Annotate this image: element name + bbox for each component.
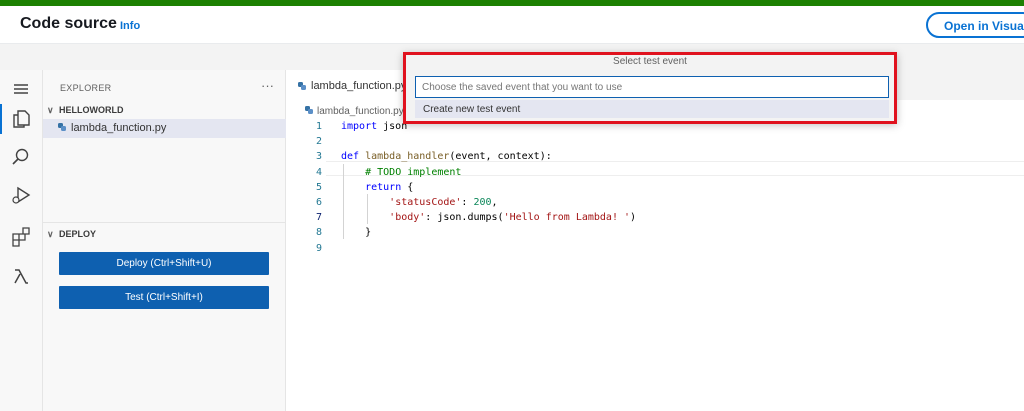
activity-bar — [0, 70, 43, 411]
line-number: 5 — [315, 181, 322, 193]
test-button[interactable]: Test (Ctrl+Shift+I) — [59, 286, 269, 309]
page-header: Code source Info Open in Visual — [0, 6, 1024, 44]
tab-lambda-function[interactable]: lambda_function.py — [286, 70, 407, 100]
code-text: def lambda_handler(event, context): — [341, 149, 552, 164]
folder-helloworld[interactable]: ∨ HELLOWORLD — [47, 105, 124, 116]
code-token: # TODO implement — [365, 166, 462, 178]
dialog-title: Select test event — [613, 56, 687, 67]
code-line[interactable]: 3 def lambda_handler(event, context): — [286, 149, 1024, 164]
code-token: def — [341, 151, 360, 163]
code-token: ) — [630, 212, 637, 224]
code-token: (event, context): — [449, 151, 552, 163]
info-link[interactable]: Info — [120, 20, 140, 32]
breadcrumb-label: lambda_function.py — [317, 106, 404, 117]
code-line[interactable]: 4 # TODO implement — [286, 165, 1024, 180]
python-file-icon — [305, 106, 313, 114]
code-token: 200 — [473, 196, 492, 208]
create-new-test-event-option[interactable]: Create new test event — [415, 100, 889, 118]
code-line[interactable]: 9 — [286, 241, 1024, 256]
explorer-sidebar: EXPLORER ··· ∨ HELLOWORLD lambda_function… — [43, 70, 286, 411]
search-icon[interactable] — [10, 146, 34, 170]
file-lambda-function[interactable]: lambda_function.py — [43, 119, 286, 138]
code-token: } — [341, 227, 372, 239]
select-test-event-dialog: Select test event Create new test event — [403, 52, 897, 123]
code-line[interactable]: 7 'body': json.dumps('Hello from Lambda!… — [286, 210, 1024, 225]
section-divider — [43, 222, 286, 223]
code-token: : json.dumps( — [425, 212, 504, 224]
deploy-button[interactable]: Deploy (Ctrl+Shift+U) — [59, 252, 269, 275]
test-event-search-input[interactable] — [415, 76, 889, 98]
folder-label: HELLOWORLD — [59, 105, 124, 115]
code-text: 'statusCode': 200, — [341, 195, 498, 210]
line-number: 6 — [315, 196, 322, 208]
explorer-files-icon[interactable] — [10, 108, 34, 132]
code-text: # TODO implement — [341, 165, 461, 180]
line-number: 9 — [315, 242, 322, 254]
page-title: Code source — [20, 15, 117, 32]
deploy-label: DEPLOY — [59, 229, 97, 239]
code-token: 'body' — [389, 212, 426, 224]
more-actions-icon[interactable]: ··· — [261, 78, 274, 93]
line-number: 3 — [315, 151, 322, 163]
explorer-title: EXPLORER — [60, 83, 112, 93]
code-text: return { — [341, 180, 413, 195]
deploy-section[interactable]: ∨ DEPLOY — [47, 229, 96, 240]
code-token: return — [365, 181, 402, 193]
menu-icon[interactable] — [10, 78, 34, 102]
code-token: import — [341, 121, 378, 132]
code-line[interactable]: 2 — [286, 134, 1024, 149]
code-token: : — [461, 196, 474, 208]
run-debug-icon[interactable] — [10, 184, 34, 208]
code-token: 'statusCode' — [389, 196, 462, 208]
code-token: lambda_handler — [365, 151, 450, 163]
active-indicator — [0, 104, 2, 134]
code-line[interactable]: 6 'statusCode': 200, — [286, 195, 1024, 210]
line-number: 4 — [315, 166, 322, 178]
python-file-icon — [58, 123, 66, 131]
line-number: 1 — [315, 121, 322, 132]
tab-label: lambda_function.py — [311, 80, 407, 92]
file-label: lambda_function.py — [71, 122, 167, 134]
chevron-down-icon: ∨ — [47, 105, 54, 115]
code-text: } — [341, 225, 371, 240]
code-line[interactable]: 8 } — [286, 225, 1024, 240]
code-token: { — [401, 181, 414, 193]
line-number: 7 — [315, 212, 322, 224]
python-file-icon — [298, 82, 306, 90]
code-token: 'Hello from Lambda! ' — [503, 212, 631, 224]
code-lines[interactable]: 1 import json 2 3 def lambda_handler(event, … — [286, 119, 1024, 256]
aws-lambda-icon[interactable] — [10, 265, 34, 289]
line-number: 8 — [315, 227, 322, 239]
breadcrumb[interactable]: lambda_function.py — [304, 105, 404, 117]
line-number: 2 — [315, 136, 322, 148]
code-token: , — [491, 196, 498, 208]
code-text: import json — [341, 119, 407, 134]
open-in-visual-studio-button[interactable]: Open in Visual — [926, 12, 1024, 38]
code-line[interactable]: 5 return { — [286, 180, 1024, 195]
code-text: 'body': json.dumps('Hello from Lambda! '… — [341, 210, 636, 225]
extensions-icon[interactable] — [10, 225, 34, 249]
chevron-down-icon: ∨ — [47, 229, 54, 239]
